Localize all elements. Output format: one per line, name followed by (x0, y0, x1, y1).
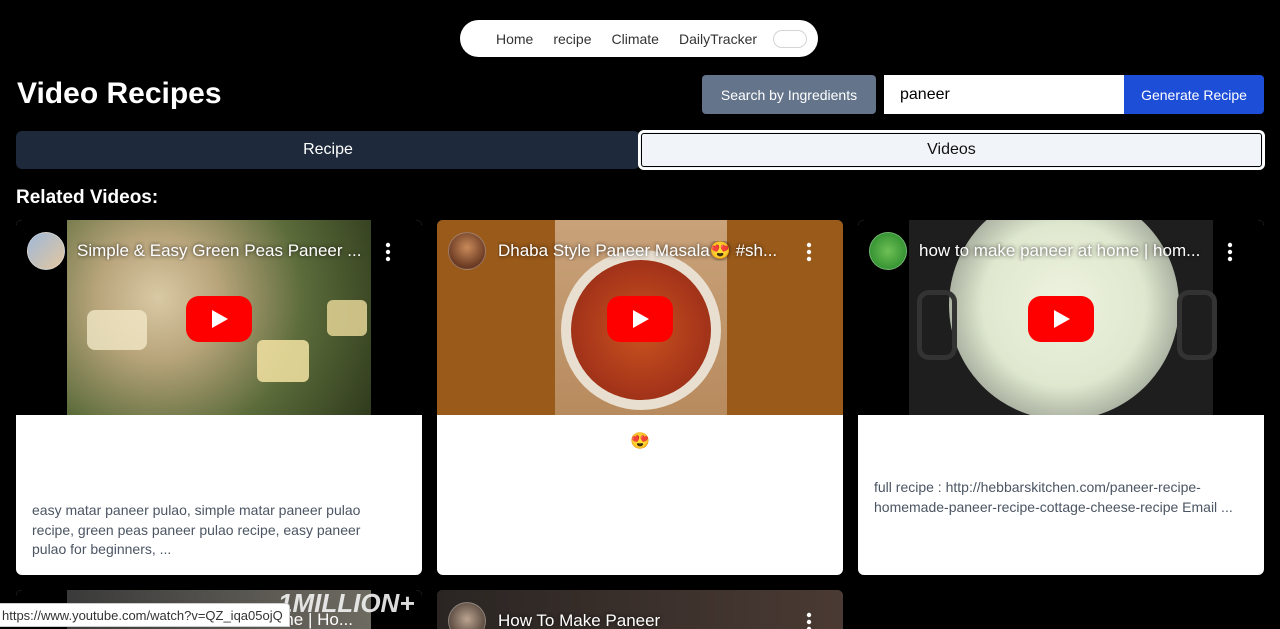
search-by-ingredients-button[interactable]: Search by Ingredients (702, 75, 876, 114)
video-title[interactable]: Simple & Easy Green Peas Paneer ... (77, 241, 371, 261)
more-options-icon[interactable] (380, 240, 396, 264)
video-embed[interactable]: How To Make Paneer (437, 590, 843, 629)
tab-videos[interactable]: Videos (638, 130, 1265, 170)
video-card: Simple & Easy Green Peas Paneer ... easy… (16, 220, 422, 575)
browser-status-url: https://www.youtube.com/watch?v=QZ_iqa05… (0, 603, 290, 627)
video-card: how to make paneer at home | hom... full… (858, 220, 1264, 575)
video-description: full recipe : http://hebbarskitchen.com/… (874, 479, 1233, 515)
nav-climate-link[interactable]: Climate (612, 31, 659, 47)
youtube-play-icon[interactable] (186, 296, 252, 342)
youtube-play-icon[interactable] (1028, 296, 1094, 342)
video-title[interactable]: how to make paneer at home | hom... (919, 241, 1213, 261)
page-title: Video Recipes (17, 77, 222, 110)
tab-recipe[interactable]: Recipe (16, 131, 640, 169)
theme-toggle[interactable] (773, 29, 808, 48)
more-options-icon[interactable] (1222, 240, 1238, 264)
thumbnail-overlay-text: 1MILLION+ (278, 590, 415, 618)
video-title[interactable]: How To Make Paneer (498, 611, 792, 629)
nav-home-link[interactable]: Home (496, 31, 533, 47)
channel-avatar[interactable] (27, 232, 65, 270)
channel-avatar[interactable] (448, 232, 486, 270)
video-embed[interactable]: Dhaba Style Paneer Masala😍 #sh... (437, 220, 843, 415)
generate-recipe-button[interactable]: Generate Recipe (1124, 75, 1264, 114)
video-card: How To Make Paneer (437, 590, 843, 629)
related-videos-heading: Related Videos: (16, 187, 159, 208)
channel-avatar[interactable] (869, 232, 907, 270)
video-description: easy matar paneer pulao, simple matar pa… (32, 502, 361, 557)
top-nav: Home recipe Climate DailyTracker (460, 20, 818, 57)
video-card: Dhaba Style Paneer Masala😍 #sh... 😍 (437, 220, 843, 575)
more-options-icon[interactable] (801, 610, 817, 629)
view-tabs: Recipe Videos (16, 130, 1265, 170)
more-options-icon[interactable] (801, 240, 817, 264)
video-title[interactable]: Dhaba Style Paneer Masala😍 #sh... (498, 241, 792, 261)
video-embed[interactable]: how to make paneer at home | hom... (858, 220, 1264, 415)
video-description: 😍 (630, 433, 650, 450)
recipe-search-input[interactable] (884, 75, 1124, 114)
nav-dailytracker-link[interactable]: DailyTracker (679, 31, 757, 47)
youtube-play-icon[interactable] (607, 296, 673, 342)
nav-recipe-link[interactable]: recipe (553, 31, 591, 47)
video-embed[interactable]: Simple & Easy Green Peas Paneer ... (16, 220, 422, 415)
